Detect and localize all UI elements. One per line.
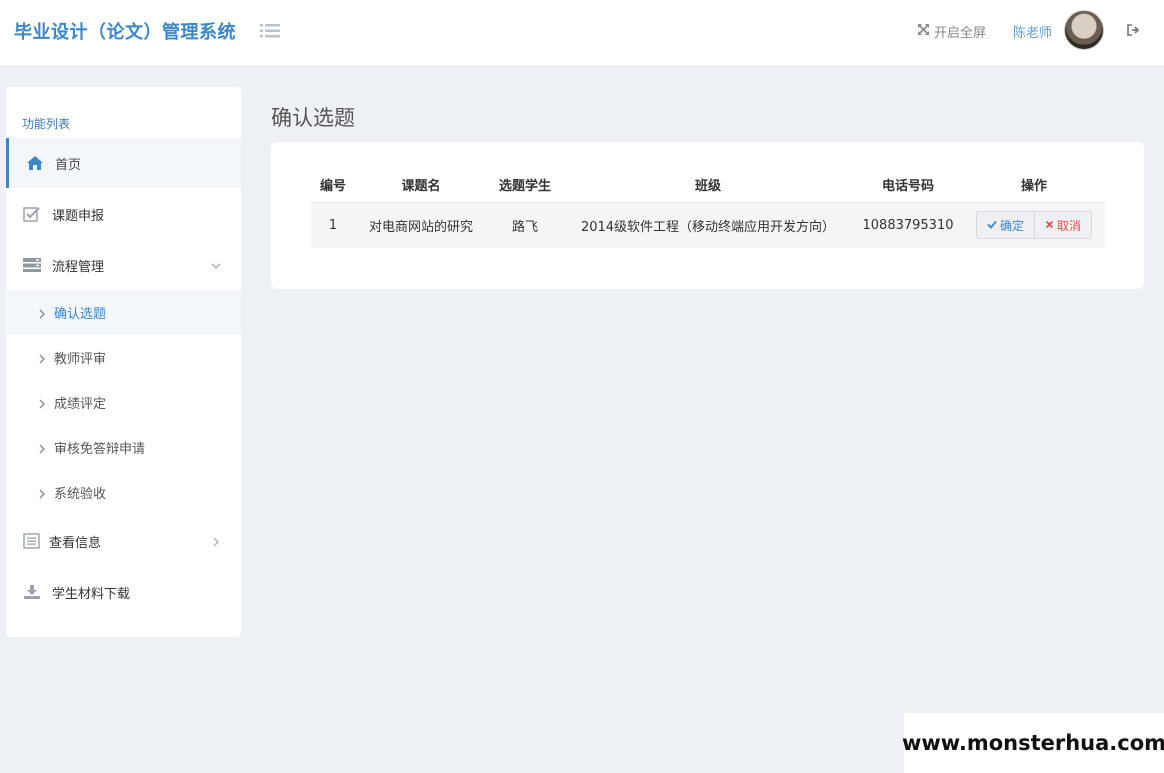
sidebar-item-label: 课题申报 [52,208,105,224]
home-icon [25,154,45,172]
brand-title[interactable]: 毕业设计（论文）管理系统 [14,18,236,44]
sidebar-item-topic-apply[interactable]: 课题申报 [6,189,241,239]
sidebar: 功能列表 首页 课题申报 流程管理 确认选题 教师评审 成绩评定 审核免答辩申请… [6,87,241,637]
cell-class: 2014级软件工程（移动终端应用开发方向） [563,202,853,248]
expand-icon [917,23,930,40]
check-icon [987,218,997,232]
chevron-down-icon [211,260,221,270]
fullscreen-label: 开启全屏 [934,25,987,41]
confirm-label: 确定 [999,218,1024,233]
column-header-topic: 课题名 [355,168,487,203]
table-header-row: 编号 课题名 选题学生 班级 电话号码 操作 [311,168,1105,203]
cancel-label: 取消 [1057,218,1082,233]
table-row: 1 对电商网站的研究 路飞 2014级软件工程（移动终端应用开发方向） 1088… [311,202,1105,248]
sidebar-subitem-exemption-review[interactable]: 审核免答辩申请 [6,425,241,470]
sidebar-item-view-info[interactable]: 查看信息 [6,516,241,566]
chevron-right-icon [38,398,46,408]
cell-topic: 对电商网站的研究 [355,202,487,248]
chevron-right-icon [38,443,46,453]
confirm-button[interactable]: 确定 [975,211,1035,240]
column-header-student: 选题学生 [487,168,563,203]
sidebar-subitem-label: 审核免答辩申请 [54,442,146,457]
sidebar-subitem-label: 成绩评定 [54,397,107,412]
avatar[interactable] [1064,10,1104,50]
cell-id: 1 [311,202,355,248]
sidebar-item-process[interactable]: 流程管理 [6,240,241,290]
fullscreen-button[interactable]: 开启全屏 [917,22,987,41]
top-header: 毕业设计（论文）管理系统 开启全屏 陈老师 [0,0,1164,67]
chevron-right-icon [38,488,46,498]
content-card: 编号 课题名 选题学生 班级 电话号码 操作 1 对电商网站的研究 路飞 201… [271,142,1144,289]
chevron-right-icon [211,536,221,547]
cell-student: 路飞 [487,202,563,248]
sidebar-item-label: 流程管理 [52,259,105,275]
list-icon[interactable] [260,22,280,40]
column-header-class: 班级 [563,168,853,203]
list-alt-icon [22,532,42,550]
sidebar-item-label: 学生材料下载 [52,586,131,602]
sidebar-item-label: 查看信息 [49,535,102,551]
column-header-actions: 操作 [963,168,1105,203]
sidebar-item-home[interactable]: 首页 [6,138,241,188]
sidebar-title: 功能列表 [22,117,71,131]
sidebar-item-download[interactable]: 学生材料下载 [6,567,241,617]
column-header-phone: 电话号码 [853,168,963,203]
column-header-id: 编号 [311,168,355,203]
topic-table: 编号 课题名 选题学生 班级 电话号码 操作 1 对电商网站的研究 路飞 201… [311,168,1105,248]
chevron-right-icon [38,353,46,363]
server-icon [22,256,42,274]
sidebar-subitem-teacher-review[interactable]: 教师评审 [6,335,241,380]
sidebar-subitem-grading[interactable]: 成绩评定 [6,380,241,425]
download-icon [22,583,42,601]
sidebar-subitem-confirm-topic[interactable]: 确认选题 [6,290,241,335]
sidebar-subitem-label: 系统验收 [54,487,107,502]
chevron-right-icon [38,308,46,318]
sidebar-subitem-system-acceptance[interactable]: 系统验收 [6,470,241,515]
sidebar-item-label: 首页 [55,157,82,173]
sidebar-subitem-label: 教师评审 [54,352,107,367]
page-title: 确认选题 [271,106,355,130]
sign-out-icon[interactable] [1126,22,1142,38]
sidebar-subitem-label: 确认选题 [54,307,107,322]
user-name[interactable]: 陈老师 [1013,22,1052,41]
watermark: www.monsterhua.com [902,713,1164,773]
close-icon [1045,218,1054,232]
cancel-button[interactable]: 取消 [1035,211,1093,240]
cell-actions: 确定 取消 [963,202,1105,248]
cell-phone: 10883795310 [853,202,963,248]
action-button-group: 确定 取消 [975,211,1093,240]
check-square-icon [22,205,42,223]
